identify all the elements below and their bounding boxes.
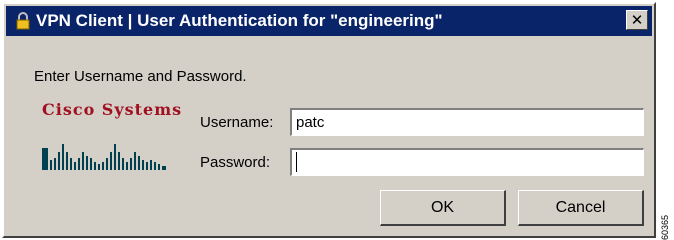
password-label: Password: — [200, 154, 271, 171]
password-field[interactable] — [290, 148, 644, 176]
ok-button[interactable]: OK — [380, 190, 506, 226]
window-title: VPN Client | User Authentication for "en… — [36, 11, 443, 30]
logo-bars-icon — [42, 144, 166, 170]
text-cursor — [296, 152, 297, 172]
title-bar[interactable]: VPN Client | User Authentication for "en… — [6, 6, 652, 36]
prompt-text: Enter Username and Password. — [34, 68, 247, 85]
cancel-button[interactable]: Cancel — [518, 190, 644, 226]
username-label: Username: — [200, 114, 274, 131]
figure-id: 60365 — [660, 214, 670, 240]
close-button[interactable]: ✕ — [626, 10, 648, 30]
username-field[interactable] — [290, 108, 644, 136]
lock-icon — [16, 12, 30, 30]
close-icon: ✕ — [630, 11, 644, 29]
authentication-dialog: VPN Client | User Authentication for "en… — [2, 2, 656, 238]
cisco-logo: Cisco Systems — [42, 100, 182, 172]
